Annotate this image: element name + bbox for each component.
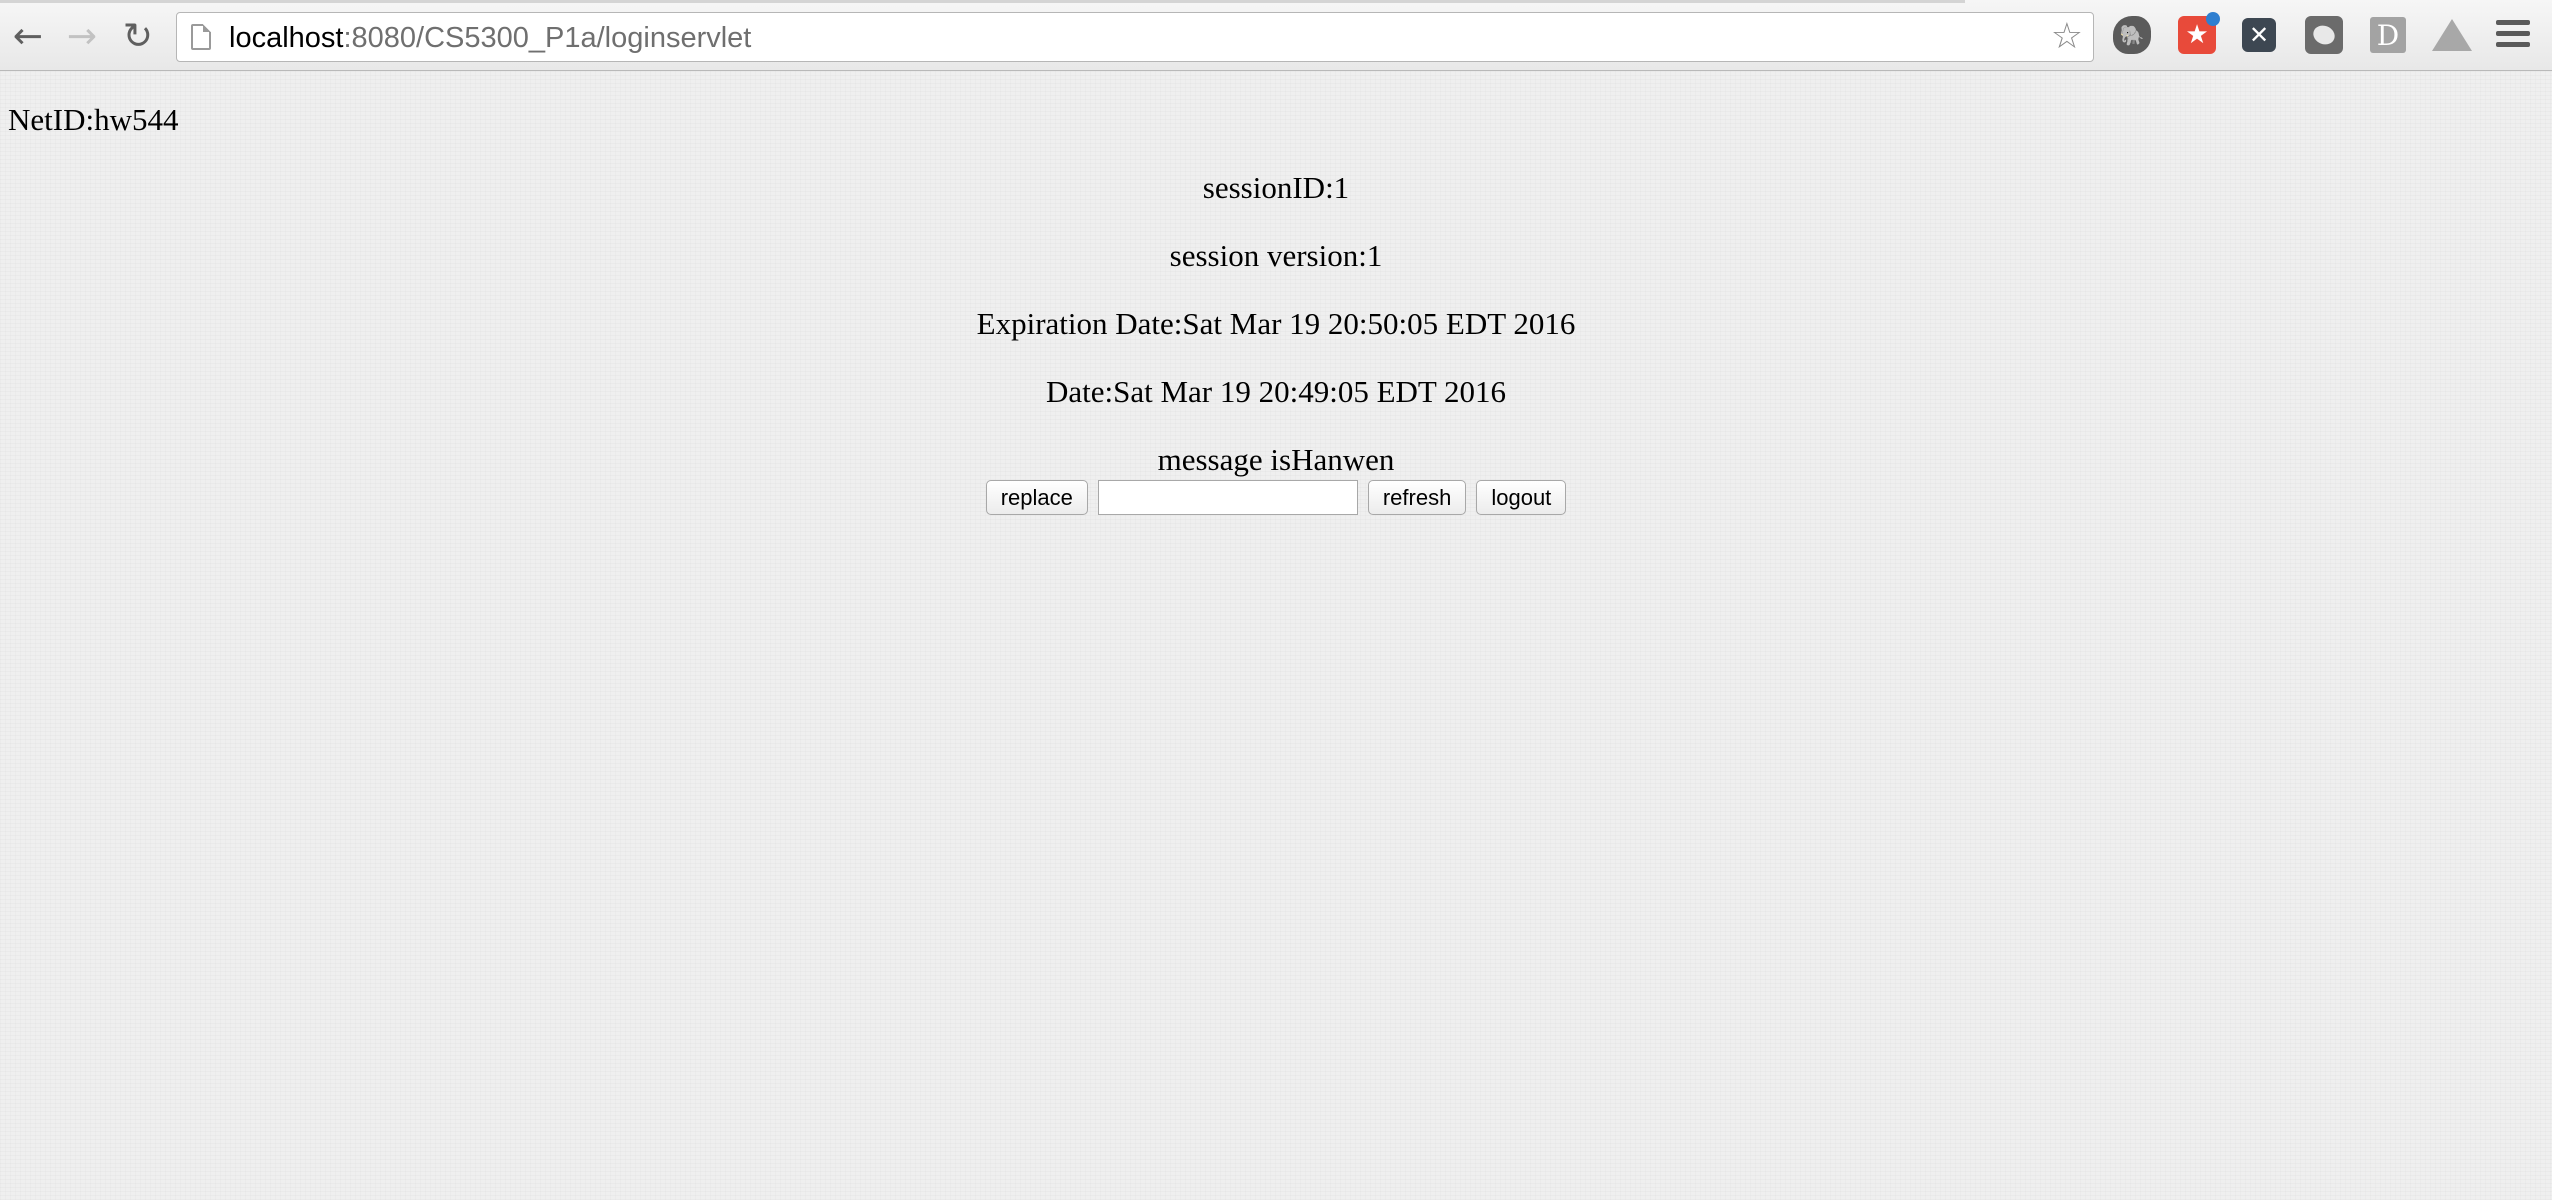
menu-bar	[2496, 31, 2530, 36]
menu-bar	[2496, 42, 2530, 47]
expiration-date-text: Expiration Date:Sat Mar 19 20:50:05 EDT …	[976, 306, 1576, 341]
message-input[interactable]	[1097, 480, 1358, 515]
url-host: localhost	[229, 22, 344, 54]
refresh-button[interactable]: refresh	[1367, 480, 1467, 515]
page-icon	[191, 24, 211, 50]
pocket-icon[interactable]: ★	[2178, 12, 2220, 54]
d-extension-icon[interactable]: D	[2370, 17, 2406, 53]
drive-icon[interactable]	[2433, 16, 2471, 54]
date-text: Date:Sat Mar 19 20:49:05 EDT 2016	[1045, 374, 1507, 409]
session-version-text: session version:1	[1169, 238, 1383, 273]
reload-icon[interactable]: ↻	[116, 14, 160, 58]
menu-bar	[2496, 20, 2530, 25]
tab-strip-line	[0, 0, 1965, 3]
logout-button[interactable]: logout	[1476, 480, 1567, 515]
netid-text: NetID:hw544	[8, 102, 179, 137]
back-arrow-icon[interactable]: ←	[6, 14, 50, 58]
browser-toolbar: ← → ↻ localhost:8080/CS5300_P1a/loginser…	[0, 0, 2552, 71]
session-id-text: sessionID:1	[1202, 170, 1350, 205]
message-text: message isHanwen	[1157, 442, 1395, 477]
evernote-icon[interactable]: 🐘	[2113, 16, 2151, 54]
replace-button[interactable]: replace	[985, 480, 1088, 515]
url-text[interactable]: localhost:8080/CS5300_P1a/loginservlet	[229, 22, 751, 54]
session-form: replace refresh logout	[0, 480, 2552, 515]
forward-arrow-icon[interactable]: →	[60, 14, 104, 58]
shield-extension-icon[interactable]	[2305, 16, 2343, 54]
hamburger-menu-icon[interactable]	[2496, 20, 2530, 50]
url-path: :8080/CS5300_P1a/loginservlet	[343, 22, 752, 54]
x-extension-icon[interactable]: ✕	[2242, 18, 2276, 52]
address-bar[interactable]: localhost:8080/CS5300_P1a/loginservlet ☆	[176, 12, 2094, 62]
star-icon[interactable]: ☆	[2051, 17, 2083, 57]
